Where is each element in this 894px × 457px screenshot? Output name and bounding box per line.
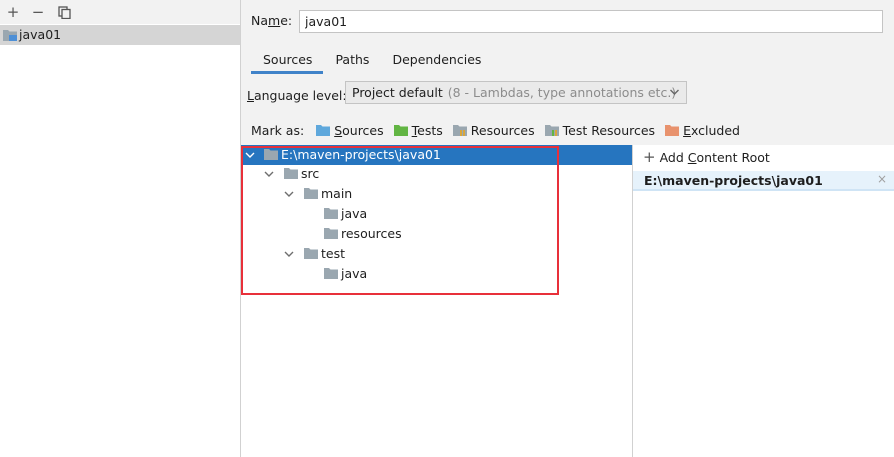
folder-icon	[304, 188, 318, 199]
chevron-down-icon[interactable]	[284, 246, 294, 262]
module-settings-panel: Name: Sources Paths Dependencies Languag…	[241, 0, 894, 457]
language-level-hint: (8 - Lambdas, type annotations etc.)	[447, 85, 677, 100]
mark-as-tests-button[interactable]: Tests	[393, 123, 443, 138]
chevron-down-icon[interactable]	[245, 147, 255, 163]
folder-icon	[304, 248, 318, 259]
tab-dependencies[interactable]: Dependencies	[380, 48, 492, 74]
language-level-value: Project default	[352, 85, 443, 100]
folder-icon	[324, 228, 338, 239]
mark-as-bar: Mark as: Sources Tests Resources Test Re…	[251, 120, 750, 140]
add-content-root-button[interactable]: + Add Content Root	[643, 148, 770, 166]
tree-node-label: java	[341, 206, 368, 221]
remove-module-button[interactable]: −	[29, 3, 47, 21]
module-toolbar: + −	[0, 0, 240, 24]
mark-as-label: Mark as:	[251, 122, 305, 138]
content-root-item[interactable]: E:\maven-projects\java01 ×	[633, 171, 894, 191]
add-content-root-label: Add Content Root	[659, 150, 770, 165]
language-level-label: Language level:	[247, 88, 347, 103]
close-icon[interactable]: ×	[877, 172, 887, 186]
chevron-down-icon[interactable]	[284, 186, 294, 202]
copy-icon	[57, 5, 71, 19]
mark-as-resources-button[interactable]: Resources	[452, 123, 535, 138]
tree-node-root[interactable]: E:\maven-projects\java01	[241, 145, 632, 165]
tree-node-label: src	[301, 166, 320, 181]
mark-as-test-resources-button[interactable]: Test Resources	[544, 123, 655, 138]
copy-module-button[interactable]	[55, 3, 73, 21]
add-module-button[interactable]: +	[4, 3, 22, 21]
module-list-panel: + − java01	[0, 0, 241, 457]
module-tabs: Sources Paths Dependencies	[251, 48, 492, 74]
tests-folder-icon	[393, 124, 408, 136]
tree-node-label: test	[321, 246, 346, 261]
content-roots-panel: + Add Content Root E:\maven-projects\jav…	[632, 145, 894, 457]
mark-as-excluded-button[interactable]: Excluded	[665, 123, 740, 138]
tree-node-main-resources[interactable]: resources	[241, 224, 632, 244]
plus-icon: +	[6, 2, 20, 21]
tree-node-main-java[interactable]: java	[241, 204, 632, 224]
folder-icon	[284, 168, 298, 179]
content-root-path: E:\maven-projects\java01	[644, 173, 823, 188]
test-resources-folder-icon	[544, 124, 559, 136]
tree-node-label: main	[321, 186, 353, 201]
tree-node-test[interactable]: test	[241, 244, 632, 264]
language-level-select[interactable]: Project default (8 - Lambdas, type annot…	[345, 81, 687, 104]
name-label: Name:	[251, 13, 293, 28]
excluded-folder-icon	[665, 124, 680, 136]
tree-node-test-java[interactable]: java	[241, 264, 632, 284]
tab-paths[interactable]: Paths	[323, 48, 380, 74]
tree-node-label: java	[341, 266, 368, 281]
chevron-down-icon	[669, 84, 680, 100]
module-item-java01[interactable]: java01	[0, 25, 240, 45]
mark-as-sources-button[interactable]: Sources	[316, 123, 384, 138]
plus-icon: +	[643, 148, 656, 166]
chevron-down-icon[interactable]	[264, 166, 274, 182]
folder-icon	[324, 268, 338, 279]
tree-node-label: resources	[341, 226, 402, 241]
sources-folder-icon	[316, 124, 331, 136]
minus-icon: −	[31, 2, 45, 21]
folder-tree: E:\maven-projects\java01 src main java r…	[241, 145, 632, 457]
folder-icon	[324, 208, 338, 219]
module-name-input[interactable]	[299, 10, 883, 33]
tree-node-label: E:\maven-projects\java01	[281, 147, 441, 162]
module-folder-icon	[3, 30, 17, 41]
folder-icon	[264, 149, 278, 160]
tree-node-src[interactable]: src	[241, 164, 632, 184]
resources-folder-icon	[452, 124, 467, 136]
tab-sources[interactable]: Sources	[251, 48, 324, 74]
tree-node-main[interactable]: main	[241, 184, 632, 204]
module-label: java01	[19, 27, 62, 42]
